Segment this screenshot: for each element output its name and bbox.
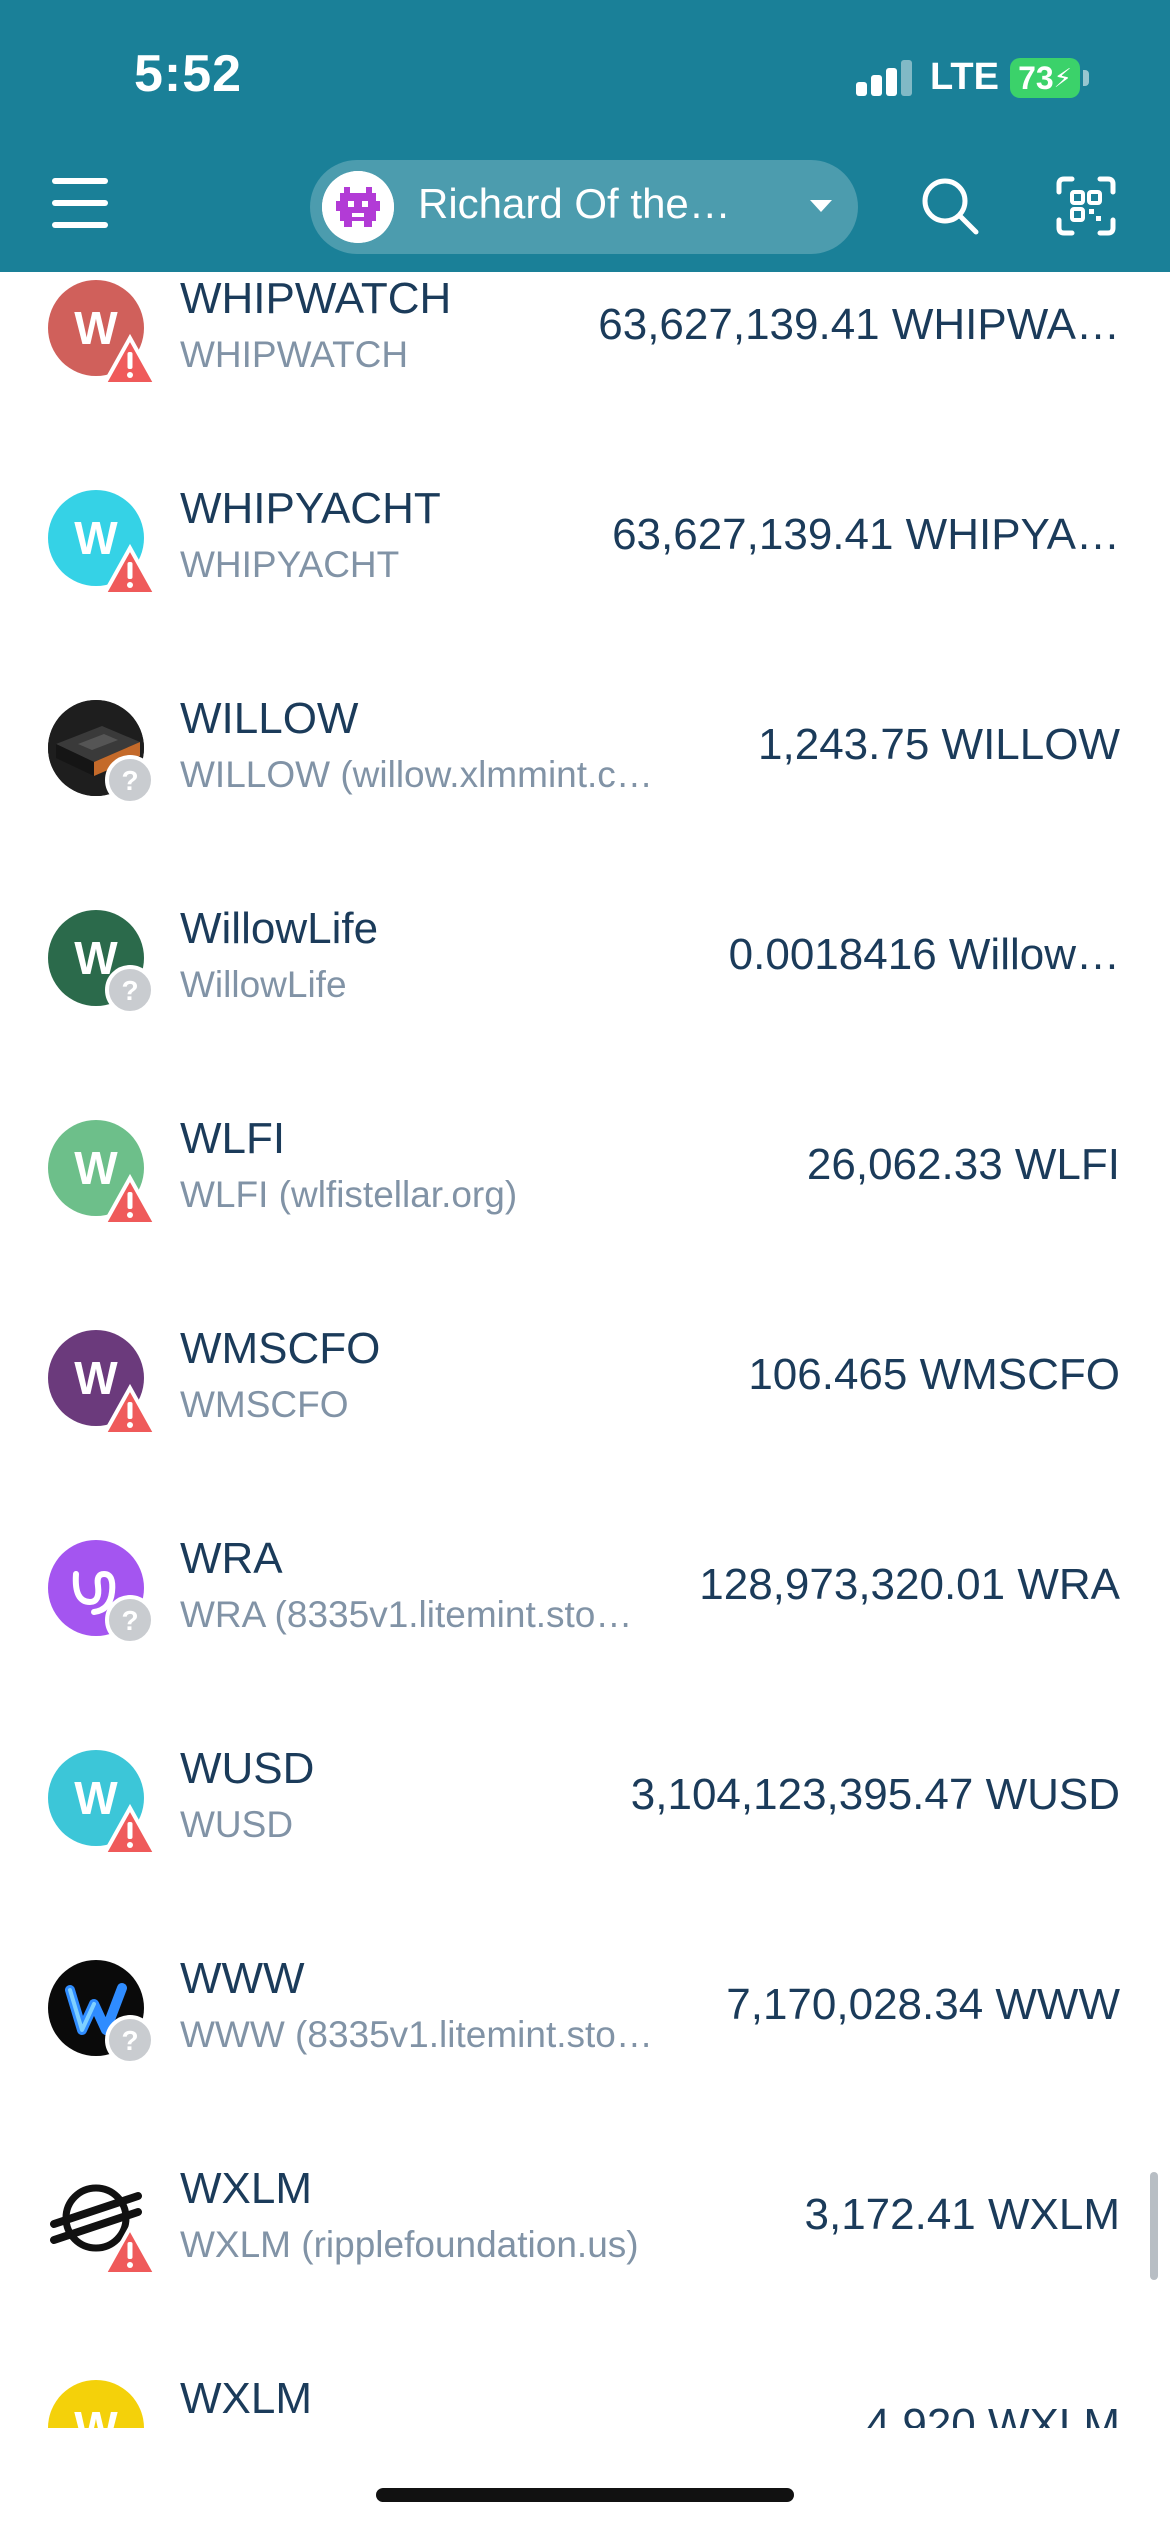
cellular-signal-icon — [856, 60, 914, 96]
asset-balance: 63,627,139.41 WHIPWA… — [598, 300, 1120, 349]
list-item[interactable]: ? WILLOW WILLOW (willow.xlmmint.com) 1,2… — [0, 692, 1170, 902]
list-item[interactable]: ? WWW WWW (8335v1.litemint.sto… 7,170,02… — [0, 1952, 1170, 2162]
asset-name: WMSCFO — [180, 1324, 381, 1373]
svg-text:?: ? — [121, 1605, 138, 1636]
asset-balance: 3,104,123,395.47 WUSD — [630, 1770, 1120, 1819]
asset-name: WHIPWATCH — [180, 274, 452, 323]
unknown-icon: ? — [105, 1595, 155, 1645]
asset-name: WWW — [180, 1954, 305, 2003]
asset-balance: 1,243.75 WILLOW — [758, 720, 1120, 769]
list-item[interactable]: WXLM WXLM (ripplefoundation.us) 3,172.41… — [0, 2162, 1170, 2372]
svg-text:?: ? — [121, 765, 138, 796]
asset-domain: WUSD — [180, 1804, 294, 1845]
app-header: 5:52 LTE 73 ⚡ Richard Of the… — [0, 0, 1170, 272]
asset-domain: WMSCFO — [180, 1384, 349, 1425]
asset-name: WXLM — [180, 2164, 312, 2213]
asset-balance: 7,170,028.34 WWW — [726, 1980, 1120, 2029]
home-indicator[interactable] — [376, 2488, 794, 2502]
svg-text:?: ? — [121, 2025, 138, 2056]
warning-icon — [104, 1174, 156, 1226]
warning-icon — [104, 544, 156, 596]
scrollbar[interactable] — [1150, 2172, 1158, 2280]
asset-domain: WHIPYACHT — [180, 544, 400, 585]
asset-name: WLFI — [180, 1114, 286, 1163]
hamburger-menu-icon[interactable] — [52, 178, 118, 230]
chevron-down-icon — [810, 200, 832, 212]
asset-balance: 3,172.41 WXLM — [804, 2190, 1121, 2239]
warning-icon — [104, 1804, 156, 1856]
list-item[interactable]: W WUSD WUSD 3,104,123,395.47 WUSD — [0, 1742, 1170, 1952]
list-item[interactable]: W WMSCFO WMSCFO 106.465 WMSCFO — [0, 1322, 1170, 1532]
status-time: 5:52 — [134, 45, 243, 103]
unknown-icon: ? — [105, 755, 155, 805]
asset-name: WRA — [180, 1534, 283, 1583]
asset-domain: WRA (8335v1.litemint.sto… — [180, 1594, 633, 1635]
asset-name: WILLOW — [180, 694, 359, 743]
list-item[interactable]: W WHIPWATCH WHIPWATCH 63,627,139.41 WHIP… — [0, 272, 1170, 482]
asset-domain: WWW (8335v1.litemint.sto… — [180, 2014, 653, 2055]
asset-domain: WillowLife — [180, 964, 347, 1005]
list-item[interactable]: W ? WillowLife WillowLife 0.0018416 Will… — [0, 902, 1170, 1112]
asset-name: WillowLife — [180, 904, 379, 953]
asset-list: W WHIPWATCH WHIPWATCH 63,627,139.41 WHIP… — [0, 272, 1170, 2428]
warning-icon — [104, 1384, 156, 1436]
account-avatar — [322, 171, 394, 243]
search-icon[interactable] — [918, 174, 982, 238]
list-item[interactable]: W WXLM 4,920 WXLM — [0, 2372, 1170, 2428]
battery-icon: 73 ⚡ — [1010, 58, 1080, 98]
account-name: Richard Of the… — [418, 180, 731, 227]
asset-balance: 0.0018416 Willow… — [728, 930, 1120, 979]
list-item[interactable]: W WHIPYACHT WHIPYACHT 63,627,139.41 WHIP… — [0, 482, 1170, 692]
asset-balance: 106.465 WMSCFO — [748, 1350, 1120, 1399]
pixel-monster-icon — [322, 171, 394, 243]
unknown-icon: ? — [105, 965, 155, 1015]
list-item[interactable]: ? WRA WRA (8335v1.litemint.sto… 128,973,… — [0, 1532, 1170, 1742]
svg-text:?: ? — [121, 975, 138, 1006]
qr-scan-icon[interactable] — [1056, 176, 1116, 236]
battery-level: 73 — [1018, 59, 1054, 96]
network-type: LTE — [930, 56, 999, 98]
avatar-letter: W — [74, 2402, 118, 2428]
asset-domain: WLFI (wlfistellar.org) — [180, 1174, 518, 1215]
account-selector[interactable]: Richard Of the… — [310, 160, 858, 254]
battery-tip — [1083, 70, 1089, 86]
asset-name: WHIPYACHT — [180, 484, 441, 533]
warning-icon — [104, 2224, 156, 2276]
list-item[interactable]: W WLFI WLFI (wlfistellar.org) 26,062.33 … — [0, 1112, 1170, 1322]
asset-balance: 63,627,139.41 WHIPYA… — [612, 510, 1120, 559]
asset-balance: 128,973,320.01 WRA — [699, 1560, 1120, 1609]
asset-domain: WXLM (ripplefoundation.us) — [180, 2224, 639, 2265]
unknown-icon: ? — [105, 2015, 155, 2065]
asset-name: WUSD — [180, 1744, 315, 1793]
asset-avatar: W — [48, 2380, 144, 2428]
asset-balance: 26,062.33 WLFI — [806, 1140, 1120, 1189]
asset-balance: 4,920 WXLM — [865, 2400, 1120, 2428]
asset-domain: WILLOW (willow.xlmmint.com) — [180, 754, 670, 795]
asset-domain: WHIPWATCH — [180, 334, 409, 375]
asset-name: WXLM — [180, 2374, 312, 2423]
warning-icon — [104, 334, 156, 386]
